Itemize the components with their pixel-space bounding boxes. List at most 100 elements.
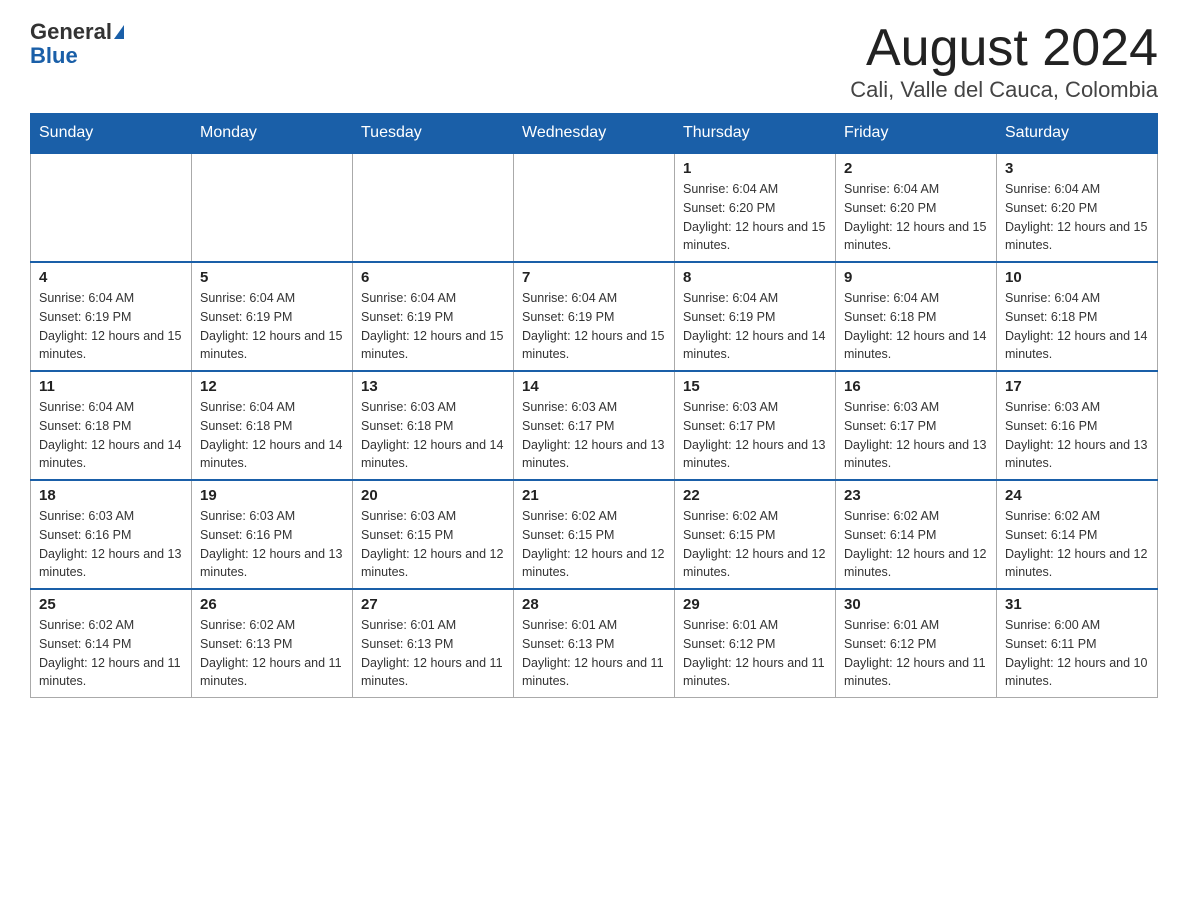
calendar-day-cell: 2 Sunrise: 6:04 AMSunset: 6:20 PMDaylight…	[836, 153, 997, 262]
day-info: Sunrise: 6:04 AMSunset: 6:18 PMDaylight:…	[1005, 289, 1149, 364]
calendar-day-cell: 31 Sunrise: 6:00 AMSunset: 6:11 PMDayligh…	[997, 589, 1158, 698]
day-info: Sunrise: 6:04 AMSunset: 6:18 PMDaylight:…	[844, 289, 988, 364]
day-number: 8	[683, 269, 827, 286]
calendar-day-cell: 14 Sunrise: 6:03 AMSunset: 6:17 PMDayligh…	[514, 371, 675, 480]
day-number: 23	[844, 487, 988, 504]
location-title: Cali, Valle del Cauca, Colombia	[850, 77, 1158, 103]
day-number: 27	[361, 596, 505, 613]
day-info: Sunrise: 6:04 AMSunset: 6:19 PMDaylight:…	[361, 289, 505, 364]
day-info: Sunrise: 6:00 AMSunset: 6:11 PMDaylight:…	[1005, 616, 1149, 691]
calendar-day-cell: 25 Sunrise: 6:02 AMSunset: 6:14 PMDayligh…	[31, 589, 192, 698]
day-info: Sunrise: 6:03 AMSunset: 6:17 PMDaylight:…	[522, 398, 666, 473]
calendar-day-cell: 29Sunrise: 6:01 AMSunset: 6:12 PMDayligh…	[675, 589, 836, 698]
day-of-week-header: Saturday	[997, 114, 1158, 154]
day-number: 7	[522, 269, 666, 286]
day-number: 14	[522, 378, 666, 395]
title-section: August 2024 Cali, Valle del Cauca, Colom…	[850, 20, 1158, 103]
calendar-day-cell: 24 Sunrise: 6:02 AMSunset: 6:14 PMDayligh…	[997, 480, 1158, 589]
calendar-week-row: 11 Sunrise: 6:04 AMSunset: 6:18 PMDayligh…	[31, 371, 1158, 480]
day-number: 22	[683, 487, 827, 504]
day-number: 25	[39, 596, 183, 613]
calendar-day-cell: 1 Sunrise: 6:04 AMSunset: 6:20 PMDaylight…	[675, 153, 836, 262]
calendar-day-cell	[353, 153, 514, 262]
day-of-week-header: Tuesday	[353, 114, 514, 154]
day-number: 2	[844, 160, 988, 177]
calendar-day-cell: 4 Sunrise: 6:04 AMSunset: 6:19 PMDaylight…	[31, 262, 192, 371]
day-number: 4	[39, 269, 183, 286]
day-number: 19	[200, 487, 344, 504]
day-info: Sunrise: 6:01 AMSunset: 6:13 PMDaylight:…	[361, 616, 505, 691]
calendar-day-cell: 22 Sunrise: 6:02 AMSunset: 6:15 PMDayligh…	[675, 480, 836, 589]
calendar-day-cell: 7Sunrise: 6:04 AMSunset: 6:19 PMDaylight…	[514, 262, 675, 371]
logo: General Blue	[30, 20, 124, 68]
day-info: Sunrise: 6:01 AMSunset: 6:12 PMDaylight:…	[683, 616, 827, 691]
day-info: Sunrise: 6:04 AMSunset: 6:20 PMDaylight:…	[683, 180, 827, 255]
logo-blue-text: Blue	[30, 43, 78, 68]
calendar-day-cell: 12Sunrise: 6:04 AMSunset: 6:18 PMDayligh…	[192, 371, 353, 480]
calendar-day-cell: 26 Sunrise: 6:02 AMSunset: 6:13 PMDayligh…	[192, 589, 353, 698]
calendar-week-row: 4 Sunrise: 6:04 AMSunset: 6:19 PMDaylight…	[31, 262, 1158, 371]
calendar-day-cell: 5 Sunrise: 6:04 AMSunset: 6:19 PMDaylight…	[192, 262, 353, 371]
calendar-table: SundayMondayTuesdayWednesdayThursdayFrid…	[30, 113, 1158, 698]
calendar-week-row: 18Sunrise: 6:03 AMSunset: 6:16 PMDayligh…	[31, 480, 1158, 589]
day-info: Sunrise: 6:03 AMSunset: 6:18 PMDaylight:…	[361, 398, 505, 473]
logo-general-text: General	[30, 20, 112, 44]
day-number: 31	[1005, 596, 1149, 613]
day-info: Sunrise: 6:02 AMSunset: 6:14 PMDaylight:…	[844, 507, 988, 582]
day-of-week-header: Monday	[192, 114, 353, 154]
day-info: Sunrise: 6:03 AMSunset: 6:17 PMDaylight:…	[683, 398, 827, 473]
calendar-day-cell	[192, 153, 353, 262]
day-info: Sunrise: 6:04 AMSunset: 6:19 PMDaylight:…	[200, 289, 344, 364]
calendar-day-cell: 28Sunrise: 6:01 AMSunset: 6:13 PMDayligh…	[514, 589, 675, 698]
calendar-week-row: 1 Sunrise: 6:04 AMSunset: 6:20 PMDaylight…	[31, 153, 1158, 262]
day-number: 5	[200, 269, 344, 286]
calendar-day-cell: 10Sunrise: 6:04 AMSunset: 6:18 PMDayligh…	[997, 262, 1158, 371]
calendar-header-row: SundayMondayTuesdayWednesdayThursdayFrid…	[31, 114, 1158, 154]
day-number: 24	[1005, 487, 1149, 504]
calendar-week-row: 25 Sunrise: 6:02 AMSunset: 6:14 PMDayligh…	[31, 589, 1158, 698]
day-info: Sunrise: 6:03 AMSunset: 6:17 PMDaylight:…	[844, 398, 988, 473]
calendar-day-cell	[514, 153, 675, 262]
calendar-day-cell: 19Sunrise: 6:03 AMSunset: 6:16 PMDayligh…	[192, 480, 353, 589]
calendar-day-cell: 18Sunrise: 6:03 AMSunset: 6:16 PMDayligh…	[31, 480, 192, 589]
day-number: 9	[844, 269, 988, 286]
day-info: Sunrise: 6:01 AMSunset: 6:12 PMDaylight:…	[844, 616, 988, 691]
calendar-day-cell: 30Sunrise: 6:01 AMSunset: 6:12 PMDayligh…	[836, 589, 997, 698]
day-number: 1	[683, 160, 827, 177]
calendar-day-cell: 21Sunrise: 6:02 AMSunset: 6:15 PMDayligh…	[514, 480, 675, 589]
day-info: Sunrise: 6:04 AMSunset: 6:20 PMDaylight:…	[1005, 180, 1149, 255]
calendar-day-cell: 23 Sunrise: 6:02 AMSunset: 6:14 PMDayligh…	[836, 480, 997, 589]
calendar-day-cell: 15Sunrise: 6:03 AMSunset: 6:17 PMDayligh…	[675, 371, 836, 480]
day-info: Sunrise: 6:04 AMSunset: 6:20 PMDaylight:…	[844, 180, 988, 255]
day-info: Sunrise: 6:02 AMSunset: 6:15 PMDaylight:…	[683, 507, 827, 582]
calendar-day-cell: 6 Sunrise: 6:04 AMSunset: 6:19 PMDaylight…	[353, 262, 514, 371]
calendar-day-cell: 11 Sunrise: 6:04 AMSunset: 6:18 PMDayligh…	[31, 371, 192, 480]
calendar-day-cell: 16Sunrise: 6:03 AMSunset: 6:17 PMDayligh…	[836, 371, 997, 480]
calendar-day-cell: 17Sunrise: 6:03 AMSunset: 6:16 PMDayligh…	[997, 371, 1158, 480]
calendar-day-cell: 20Sunrise: 6:03 AMSunset: 6:15 PMDayligh…	[353, 480, 514, 589]
day-number: 12	[200, 378, 344, 395]
day-number: 26	[200, 596, 344, 613]
page-header: General Blue August 2024 Cali, Valle del…	[30, 20, 1158, 103]
day-info: Sunrise: 6:03 AMSunset: 6:15 PMDaylight:…	[361, 507, 505, 582]
day-info: Sunrise: 6:04 AMSunset: 6:18 PMDaylight:…	[39, 398, 183, 473]
day-number: 3	[1005, 160, 1149, 177]
day-info: Sunrise: 6:04 AMSunset: 6:19 PMDaylight:…	[39, 289, 183, 364]
day-number: 11	[39, 378, 183, 395]
day-number: 6	[361, 269, 505, 286]
logo-triangle-icon	[114, 25, 124, 39]
day-info: Sunrise: 6:02 AMSunset: 6:15 PMDaylight:…	[522, 507, 666, 582]
calendar-day-cell	[31, 153, 192, 262]
calendar-day-cell: 27 Sunrise: 6:01 AMSunset: 6:13 PMDayligh…	[353, 589, 514, 698]
day-of-week-header: Wednesday	[514, 114, 675, 154]
day-number: 18	[39, 487, 183, 504]
day-info: Sunrise: 6:03 AMSunset: 6:16 PMDaylight:…	[1005, 398, 1149, 473]
day-info: Sunrise: 6:02 AMSunset: 6:14 PMDaylight:…	[1005, 507, 1149, 582]
day-info: Sunrise: 6:01 AMSunset: 6:13 PMDaylight:…	[522, 616, 666, 691]
day-info: Sunrise: 6:02 AMSunset: 6:14 PMDaylight:…	[39, 616, 183, 691]
calendar-day-cell: 3 Sunrise: 6:04 AMSunset: 6:20 PMDaylight…	[997, 153, 1158, 262]
day-of-week-header: Friday	[836, 114, 997, 154]
day-info: Sunrise: 6:02 AMSunset: 6:13 PMDaylight:…	[200, 616, 344, 691]
day-of-week-header: Thursday	[675, 114, 836, 154]
calendar-day-cell: 9 Sunrise: 6:04 AMSunset: 6:18 PMDaylight…	[836, 262, 997, 371]
